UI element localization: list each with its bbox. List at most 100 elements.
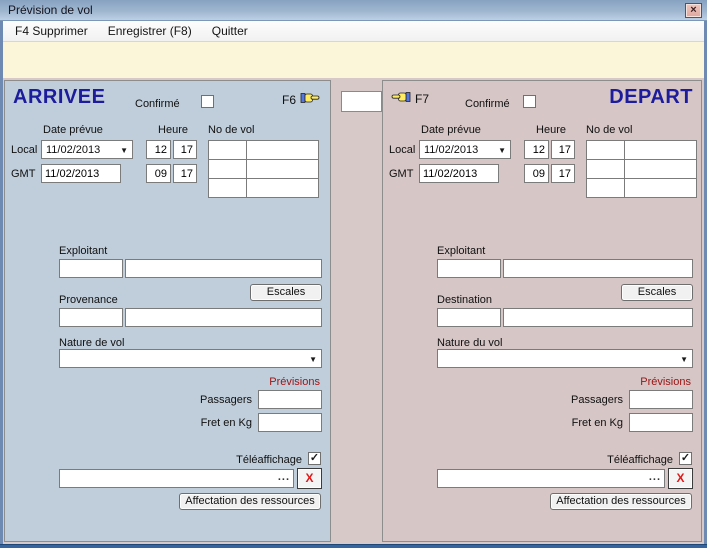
arrivee-exploitant-name-input[interactable]: [125, 259, 322, 278]
depart-destination-code-input[interactable]: [437, 308, 501, 327]
depart-gmt-min-input[interactable]: [551, 164, 575, 183]
arrivee-title: ARRIVEE: [13, 86, 105, 109]
ellipsis-icon[interactable]: ...: [278, 471, 290, 483]
arrivee-passagers-input[interactable]: [258, 390, 322, 409]
menu-bar: F4 Supprimer Enregistrer (F8) Quitter: [3, 21, 704, 42]
flight-forecast-window: Prévision de vol × F4 Supprimer Enregist…: [0, 0, 707, 548]
depart-exploitant-name-input[interactable]: [503, 259, 693, 278]
chevron-down-icon: ▼: [680, 355, 688, 364]
depart-destination-name-input[interactable]: [503, 308, 693, 327]
depart-escales-button[interactable]: Escales: [621, 284, 693, 301]
depart-fret-label: Fret en Kg: [572, 417, 623, 429]
arrivee-clear-button[interactable]: X: [297, 468, 322, 489]
arrivee-provenance-label: Provenance: [59, 294, 118, 306]
arrivee-nature-combo[interactable]: ▼: [59, 349, 322, 368]
ellipsis-icon[interactable]: ...: [649, 471, 661, 483]
arrivee-novol-cell[interactable]: [246, 178, 319, 198]
depart-flight-number-grid: [586, 140, 696, 197]
arrivee-resource-combo[interactable]: ...: [59, 469, 294, 488]
arrivee-exploitant-code-input[interactable]: [59, 259, 123, 278]
depart-local-label: Local: [389, 144, 415, 156]
menu-item-enregistrer[interactable]: Enregistrer (F8): [98, 21, 202, 41]
chevron-down-icon: ▼: [498, 146, 506, 155]
close-icon[interactable]: ×: [685, 3, 702, 18]
depart-novol-cell[interactable]: [624, 159, 697, 179]
depart-local-min-input[interactable]: [551, 140, 575, 159]
sieges-input[interactable]: [341, 91, 382, 112]
arrivee-teleaffichage-checkbox[interactable]: ✓: [308, 452, 321, 465]
arrivee-teleaffichage-label: Téléaffichage: [236, 454, 302, 466]
depart-exploitant-code-input[interactable]: [437, 259, 501, 278]
depart-gmt-hour-input[interactable]: [524, 164, 549, 183]
hand-pointer-left-icon: [391, 90, 411, 107]
arrivee-local-date-value: 11/02/2013: [46, 144, 100, 156]
depart-passagers-input[interactable]: [629, 390, 693, 409]
depart-nature-combo[interactable]: ▼: [437, 349, 693, 368]
arrivee-novol-cell[interactable]: [246, 159, 319, 179]
arrivee-date-header: Date prévue: [43, 124, 103, 136]
depart-confirme-label: Confirmé: [465, 98, 510, 110]
arrivee-confirme-checkbox[interactable]: [201, 95, 214, 108]
depart-destination-label: Destination: [437, 294, 492, 306]
depart-teleaffichage-label: Téléaffichage: [607, 454, 673, 466]
depart-title: DEPART: [609, 86, 693, 109]
depart-novol-cell[interactable]: [586, 159, 625, 179]
menu-item-supprimer[interactable]: F4 Supprimer: [5, 21, 98, 41]
depart-novol-header: No de vol: [586, 124, 632, 136]
depart-passagers-label: Passagers: [571, 394, 623, 406]
depart-novol-cell[interactable]: [624, 178, 697, 198]
depart-local-date-value: 11/02/2013: [424, 144, 478, 156]
arrivee-gmt-hour-input[interactable]: [146, 164, 171, 183]
arrivee-local-date-combo[interactable]: 11/02/2013 ▼: [41, 140, 133, 159]
depart-gmt-label: GMT: [389, 168, 413, 180]
arrivee-escales-button[interactable]: Escales: [250, 284, 322, 301]
arrivee-novol-cell[interactable]: [246, 140, 319, 160]
arrivee-flight-number-grid: [208, 140, 318, 197]
depart-confirme-checkbox[interactable]: [523, 95, 536, 108]
hand-pointer-right-icon: [300, 91, 320, 108]
arrivee-previsions-label: Prévisions: [269, 376, 320, 388]
arrivee-local-hour-input[interactable]: [146, 140, 171, 159]
menu-item-quitter[interactable]: Quitter: [202, 21, 258, 41]
arrivee-heure-header: Heure: [147, 124, 199, 136]
arrivee-local-label: Local: [11, 144, 37, 156]
chevron-down-icon: ▼: [120, 146, 128, 155]
arrivee-gmt-min-input[interactable]: [173, 164, 197, 183]
window-title: Prévision de vol: [8, 3, 93, 17]
depart-local-date-combo[interactable]: 11/02/2013 ▼: [419, 140, 511, 159]
depart-panel: F7 Confirmé DEPART Date prévue Heure No …: [382, 80, 702, 542]
arrivee-fkey-indicator: F6: [282, 91, 320, 108]
chevron-down-icon: ▼: [309, 355, 317, 364]
arrivee-nature-label: Nature de vol: [59, 337, 124, 349]
depart-teleaffichage-checkbox[interactable]: ✓: [679, 452, 692, 465]
depart-gmt-date-input[interactable]: [419, 164, 499, 183]
depart-heure-header: Heure: [525, 124, 577, 136]
depart-fret-input[interactable]: [629, 413, 693, 432]
arrivee-provenance-code-input[interactable]: [59, 308, 123, 327]
arrivee-exploitant-label: Exploitant: [59, 245, 107, 257]
arrivee-passagers-label: Passagers: [200, 394, 252, 406]
aircraft-toolbar: Immat Type Sièges: [3, 42, 704, 78]
arrivee-local-min-input[interactable]: [173, 140, 197, 159]
depart-local-hour-input[interactable]: [524, 140, 549, 159]
arrivee-affectation-button[interactable]: Affectation des ressources: [179, 493, 321, 510]
arrivee-novol-cell[interactable]: [208, 140, 247, 160]
arrivee-fret-input[interactable]: [258, 413, 322, 432]
depart-exploitant-label: Exploitant: [437, 245, 485, 257]
arrivee-novol-cell[interactable]: [208, 178, 247, 198]
depart-novol-cell[interactable]: [586, 178, 625, 198]
depart-novol-cell[interactable]: [624, 140, 697, 160]
depart-fkey-label: F7: [415, 92, 429, 106]
arrivee-provenance-name-input[interactable]: [125, 308, 322, 327]
depart-clear-button[interactable]: X: [668, 468, 693, 489]
depart-novol-cell[interactable]: [586, 140, 625, 160]
check-icon: ✓: [681, 452, 690, 464]
arrivee-novol-cell[interactable]: [208, 159, 247, 179]
titlebar: Prévision de vol ×: [0, 0, 707, 21]
depart-affectation-button[interactable]: Affectation des ressources: [550, 493, 692, 510]
depart-resource-combo[interactable]: ...: [437, 469, 665, 488]
arrivee-gmt-label: GMT: [11, 168, 35, 180]
arrivee-gmt-date-input[interactable]: [41, 164, 121, 183]
arrivee-panel: ARRIVEE Confirmé F6 Date prévue Heure No…: [4, 80, 331, 542]
arrivee-fret-label: Fret en Kg: [201, 417, 252, 429]
